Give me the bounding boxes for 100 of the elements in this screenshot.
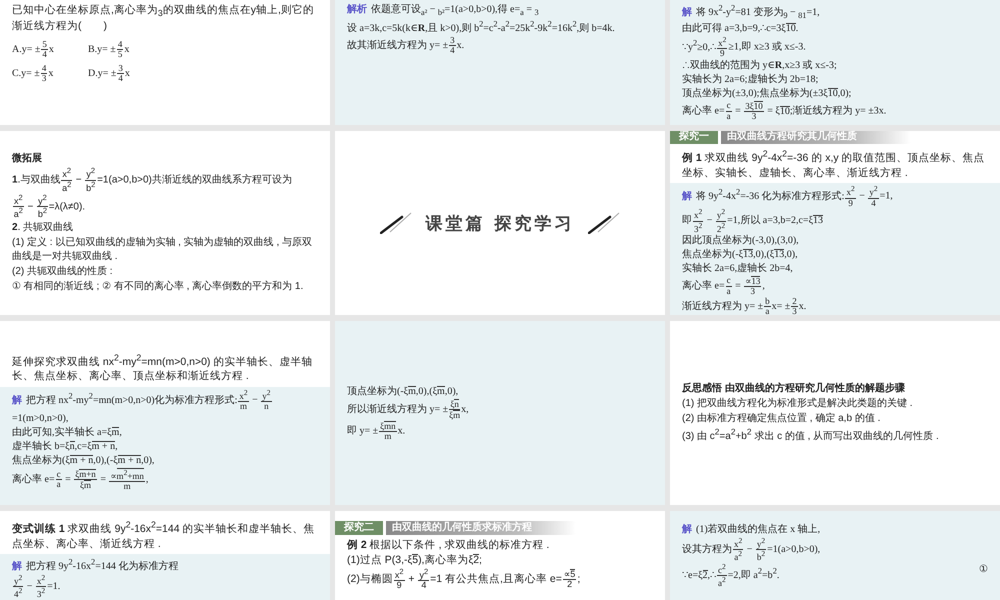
math-text: ;渐近线方程为 y= ±3x. (790, 106, 886, 117)
slide-thumbnail[interactable] (670, 131, 1000, 315)
fraction: x$^{2}$ 3$^{2}$ (36, 574, 46, 600)
fraction: y$^{2}$ b$^{2}$ (85, 167, 96, 193)
math-text: 设其方程为 (682, 544, 732, 555)
radicand: 2 (702, 570, 708, 581)
math-text: 焦点坐标为(-ξ (682, 248, 744, 260)
radicand: n (70, 440, 75, 452)
fraction: 4 5 (116, 40, 124, 60)
math-text: =1(a>0,b>0), (767, 544, 820, 555)
fraction: c a (726, 101, 732, 122)
math-text: =1. (47, 580, 60, 592)
math-text: , (762, 280, 765, 292)
solution-line: 设 a=3k,c=5k(k∈R,且 k>0),则 b$^{2}$=c$^{2}$-a$^{2}$=25k$^{2}$-9k$^{2}$=16k$^{2}$,则 b=4k. (347, 18, 616, 36)
math-text: D.y= ± (88, 68, 116, 80)
fraction: x$^{2}$ 3$^{2}$ (693, 208, 704, 234)
math-text: ∵y$^{2}$≥0,∴ (682, 42, 716, 53)
math-text: (1)过点 P(3,-ξ (347, 554, 412, 566)
radicand: 13 (774, 248, 784, 260)
math-text: =1(m>0,n>0), (12, 412, 68, 424)
math-text: =2,即 a$^{2}$=b$^{2}$. (728, 570, 780, 581)
slide-title: 课堂篇 探究学习 (426, 212, 574, 234)
math-text: =1,所以 a=3,b=2,c=ξ (727, 215, 814, 226)
radicand: m (408, 386, 416, 397)
radicand: m + n (70, 454, 94, 466)
note-text: (3) 由 c$^{2}$=a$^{2}$+b$^{2}$ 求出 c 的值 , 从而写出双曲线的几何性质 . (682, 426, 940, 444)
fraction: 3 4 (449, 36, 456, 56)
fraction: ξm+n ξm (74, 468, 97, 491)
math-text: − (858, 190, 866, 202)
math-text: x (48, 44, 54, 56)
fraction: y$^{2}$ 4 (418, 568, 430, 591)
math-text: + (407, 572, 416, 585)
radicand: 10 (780, 106, 790, 117)
fraction: x$^{2}$ m (238, 388, 249, 412)
solution-line: 实轴长为 2a=6;虚轴长为 2b=18; (682, 72, 820, 87)
math-text: − (706, 215, 714, 226)
radicand: 2 (473, 554, 480, 566)
math-text: (1)若双曲线的焦点在 x 轴上, (696, 524, 820, 535)
slide-thumbnail[interactable] (0, 321, 330, 505)
math-text: ,0), (444, 386, 458, 397)
heading: 反思感悟 由双曲线的方程研究几何性质的解题步骤 (682, 382, 906, 396)
fraction: y$^{2}$ 2$^{2}$ (716, 208, 726, 234)
math-text: , (146, 474, 148, 485)
math-text: ; (577, 572, 580, 585)
math-text: ,c=ξ (74, 440, 92, 452)
fraction: y$^{2}$ b$^{2}$ (756, 536, 766, 562)
fraction: x$^{2}$ 9 (845, 185, 856, 208)
solution-line: 因此顶点坐标为(-3,0),(3,0), (682, 234, 800, 248)
solution-label: 解 (682, 190, 692, 202)
section-title: 由双曲线的几何性质求标准方程 (386, 521, 576, 536)
math-text: A.y= ± (12, 44, 40, 56)
heading: 微拓展 (12, 152, 43, 166)
math-text: ,0), (141, 454, 154, 466)
math-text: x. (456, 40, 464, 52)
math-text: ; (479, 554, 482, 566)
math-text: − (26, 202, 34, 213)
radicand: 10 (828, 88, 838, 99)
math-text: 顶点坐标为(±3,0);焦点坐标为(±3ξ (682, 88, 828, 99)
radicand: m + n (92, 440, 116, 452)
math-text: x. (398, 425, 406, 436)
math-text: x (124, 68, 130, 80)
math-text: = (99, 474, 107, 485)
math-text: , (119, 426, 122, 438)
fraction: y$^{2}$ b$^{2}$ (37, 194, 48, 220)
slide-thumbnail[interactable] (0, 131, 330, 315)
section-tag: 探究二 (335, 521, 383, 536)
math-text: x, (461, 404, 469, 415)
question-text: 例 2 根据以下条件 , 求双曲线的标准方程 . (347, 538, 550, 554)
fraction: ∝m$^{2}$+mn m (109, 468, 145, 492)
math-text: 把方程 nx$^{2}$-my$^{2}$=mn(m>0,n>0)化为标准方程形式: (26, 394, 238, 406)
math-text: =λ(λ≠0). (48, 202, 86, 213)
math-text: − (746, 544, 754, 555)
slide-thumbnail[interactable]: 课堂篇 探究学习 (335, 131, 665, 315)
math-text: 把方程 9y$^{2}$-16x$^{2}$=144 化为标准方程 (26, 560, 178, 572)
fraction: 5 4 (41, 40, 48, 60)
fraction: c a (56, 470, 62, 490)
math-text: − (251, 394, 259, 406)
math-text: 所以渐近线方程为 y= ± (347, 404, 448, 415)
math-text: 离心率 e= (12, 474, 55, 485)
math-text: 由此可知,实半轴长 a=ξ (12, 426, 112, 438)
math-text: 焦点坐标为(ξ (12, 454, 70, 466)
slide-thumbnail[interactable]: 反思感悟 由双曲线的方程研究几何性质的解题步骤 (1) 把双曲线方程化为标准形式是解决此类题的关键 . (2) 由标准方程确定焦点位置 , 确定 a,b 的值 . (3) 由 c$^{2}$=a$^{2}$+b$^{2}$ 求出 c 的值 , 从而写出双曲线的几何性质 . (670, 321, 1000, 505)
fraction: ξmn m (379, 420, 397, 442)
math-text: 故其渐近线方程为 y= ± (347, 40, 448, 52)
math-text: ,0),(-ξ (93, 454, 118, 466)
math-text: 离心率 e= (682, 280, 725, 292)
math-text: 将 9x$^{2}$-y$^{2}$=81 变形为$_{9}$ − $_{81}$=1, (696, 7, 820, 18)
fraction: y$^{2}$ 4$^{2}$ (13, 574, 24, 600)
solution-label: 解 (682, 7, 692, 18)
math-text: B.y= ± (88, 44, 116, 56)
fraction: x$^{2}$ a$^{2}$ (733, 536, 744, 562)
math-text: 渐近线方程为 y= ± (682, 301, 764, 312)
section-tag: 探究一 (670, 131, 718, 144)
math-text: . (796, 22, 798, 34)
pen-icon (380, 212, 412, 234)
fraction: 2 3 (791, 296, 798, 315)
math-text: = ξ (766, 106, 780, 117)
fraction: y$^{2}$ 4 (868, 185, 879, 208)
section-title: 由双曲线方程研究其几何性质 (721, 131, 911, 144)
solution-label: 解 (682, 524, 692, 535)
